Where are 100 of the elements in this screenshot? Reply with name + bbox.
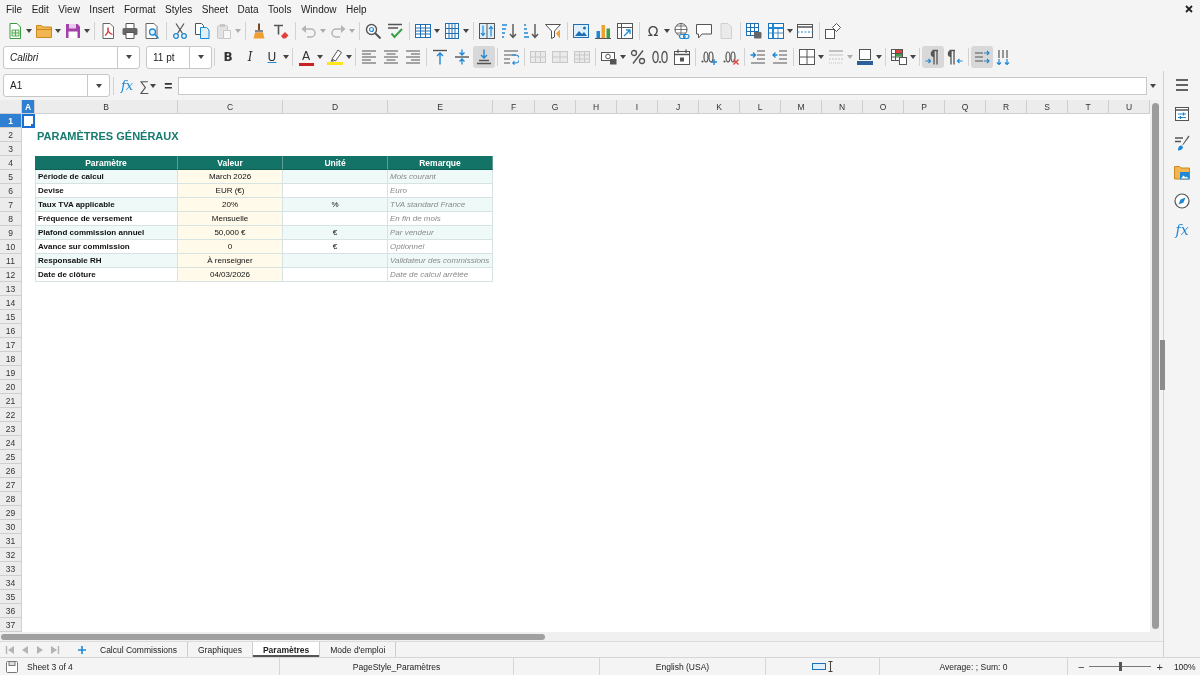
pivot-table-icon[interactable] (617, 22, 633, 39)
row-header[interactable]: 2 (0, 128, 22, 142)
caret-icon[interactable] (55, 28, 61, 33)
menu-item[interactable]: Sheet (197, 0, 233, 18)
row-header[interactable]: 18 (0, 352, 22, 366)
eraser-icon[interactable] (273, 22, 289, 39)
column-header[interactable]: J (658, 100, 699, 114)
zoom-in-button[interactable]: + (1154, 659, 1165, 674)
vertical-text-arrows-icon[interactable] (996, 49, 1012, 65)
spell-check-icon[interactable] (387, 22, 403, 39)
row-header[interactable]: 13 (0, 282, 22, 296)
caret-icon[interactable] (664, 28, 670, 33)
bar-chart-icon[interactable] (595, 22, 611, 39)
menu-item[interactable]: Insert (84, 0, 120, 18)
table-grid-icon[interactable] (415, 22, 431, 39)
caret-icon[interactable] (620, 55, 626, 59)
menu-item[interactable]: Styles (160, 0, 198, 18)
align-bottom-icon[interactable] (473, 46, 495, 68)
funnel-icon[interactable] (545, 22, 561, 39)
column-header[interactable]: Q (945, 100, 986, 114)
row-header[interactable]: 11 (0, 254, 22, 268)
paintbrush-icon[interactable] (251, 22, 267, 39)
font-size-box[interactable]: 11 pt (146, 45, 212, 69)
split-window-icon[interactable] (797, 22, 813, 39)
magnifier-icon[interactable] (365, 22, 381, 39)
row-header[interactable]: 24 (0, 436, 22, 450)
row-header[interactable]: 31 (0, 534, 22, 548)
sheet-tab[interactable]: Mode d'emploi (320, 642, 397, 657)
align-top-icon[interactable] (432, 49, 448, 65)
properties-panel-icon[interactable] (1174, 106, 1190, 122)
sum-button[interactable]: ∑ (136, 75, 151, 96)
pilcrow-arrow-right-icon[interactable] (922, 46, 944, 68)
page-magnifier-icon[interactable] (144, 22, 160, 39)
functions-button[interactable]: fx (1175, 222, 1189, 238)
highlighter-icon[interactable] (327, 49, 343, 65)
column-header[interactable]: C (178, 100, 283, 114)
selection-rectangle-icon[interactable] (812, 661, 826, 672)
picture-icon[interactable] (573, 22, 589, 39)
row-header[interactable]: 30 (0, 520, 22, 534)
row-header[interactable]: 35 (0, 590, 22, 604)
row-header[interactable]: 8 (0, 212, 22, 226)
row-header[interactable]: 3 (0, 142, 22, 156)
row-header[interactable]: 17 (0, 338, 22, 352)
row-header[interactable]: 6 (0, 184, 22, 198)
menu-item[interactable]: View (53, 0, 85, 18)
column-header[interactable]: R (986, 100, 1027, 114)
column-header[interactable]: H (576, 100, 617, 114)
column-header[interactable]: D (283, 100, 388, 114)
sheet-tab[interactable]: Graphiques (188, 642, 253, 657)
table-columns-icon[interactable] (444, 22, 460, 39)
increase-indent-icon[interactable] (750, 49, 766, 65)
caret-icon[interactable] (1150, 83, 1156, 88)
caret-icon[interactable] (125, 55, 132, 59)
menu-item[interactable]: Help (341, 0, 372, 18)
row-header[interactable]: 10 (0, 240, 22, 254)
row-header[interactable]: 15 (0, 310, 22, 324)
formula-input[interactable] (178, 76, 1147, 95)
menu-item[interactable]: Format (119, 0, 161, 18)
copy-icon[interactable] (194, 22, 210, 39)
freeze-panes-icon[interactable] (768, 22, 784, 39)
scissors-icon[interactable] (172, 22, 188, 39)
row-header[interactable]: 32 (0, 548, 22, 562)
caret-icon[interactable] (463, 28, 469, 33)
caret-icon[interactable] (283, 55, 289, 59)
border-color-icon[interactable] (857, 49, 873, 65)
zoom-percent[interactable]: 100% (1173, 661, 1196, 672)
caret-icon[interactable] (818, 55, 824, 59)
spreadsheet-file-icon[interactable] (7, 22, 23, 39)
row-header[interactable]: 25 (0, 450, 22, 464)
column-header[interactable]: S (1027, 100, 1068, 114)
sort-descending-icon[interactable] (523, 22, 539, 39)
sidebar-handle[interactable] (1160, 340, 1165, 390)
row-header[interactable]: 21 (0, 394, 22, 408)
menu-item[interactable]: File (1, 0, 27, 18)
menu-item[interactable]: Edit (26, 0, 54, 18)
bold-button[interactable]: B (217, 46, 239, 68)
page-style[interactable]: PageStyle_Paramètres (352, 661, 441, 672)
banknote-icon[interactable] (601, 49, 617, 65)
row-header[interactable]: 19 (0, 366, 22, 380)
row-header[interactable]: 33 (0, 562, 22, 576)
column-header[interactable]: L (740, 100, 781, 114)
column-header[interactable]: T (1068, 100, 1109, 114)
scrollbar-thumb[interactable] (1, 633, 545, 640)
row-header[interactable]: 9 (0, 226, 22, 240)
column-header[interactable]: G (535, 100, 576, 114)
globe-link-icon[interactable] (674, 22, 690, 39)
folder-picture-icon[interactable] (1174, 164, 1190, 180)
column-header[interactable]: N (822, 100, 863, 114)
zoom-slider-thumb[interactable] (1118, 662, 1122, 671)
column-header[interactable]: P (904, 100, 945, 114)
column-header[interactable]: U (1109, 100, 1150, 114)
caret-icon[interactable] (434, 28, 440, 33)
caret-icon[interactable] (95, 83, 102, 88)
name-box[interactable]: A1 (3, 74, 110, 97)
language[interactable]: English (USA) (655, 661, 710, 672)
sheet-tab[interactable]: Calcul Commissions (90, 642, 188, 657)
column-header[interactable]: O (863, 100, 904, 114)
row-header[interactable]: 14 (0, 296, 22, 310)
plus-icon[interactable] (78, 645, 86, 654)
add-decimal-icon[interactable] (701, 49, 717, 65)
